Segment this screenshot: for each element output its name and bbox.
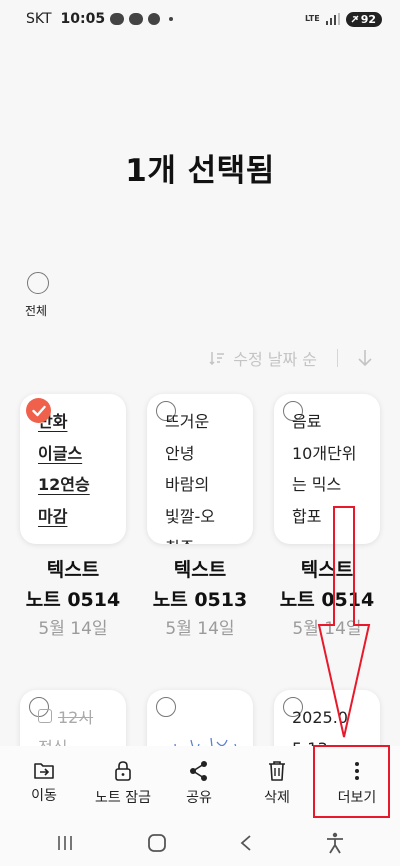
delete-button[interactable]: 삭제 (240, 746, 314, 820)
sort-divider (337, 349, 338, 367)
sort-bar: 수정 날짜 순 (209, 346, 372, 370)
checklist-box-icon (38, 709, 52, 723)
battery-level: 92 (360, 12, 376, 26)
share-label: 공유 (186, 790, 212, 806)
lock-note-button[interactable]: 노트 잠금 (88, 746, 158, 820)
note-subtitle: 노트 0514 (25, 589, 121, 611)
note-subtitle: 노트 0514 (279, 589, 375, 611)
trash-icon (269, 761, 285, 781)
move-label: 이동 (31, 788, 57, 804)
note-preview: 만화 이글스 12연승 마감 (38, 412, 90, 526)
talk-icon (129, 13, 144, 25)
select-all-label: 전체 (24, 304, 48, 318)
checklist-item: 12시 (38, 704, 93, 728)
sort-label[interactable]: 수정 날짜 순 (233, 346, 317, 370)
note-title: 텍스트 (173, 559, 227, 581)
more-button[interactable]: 더보기 (314, 746, 400, 820)
carrier-label: SKT (26, 11, 52, 27)
note-caption: 텍스트 노트 0514 5월 14일 (264, 555, 390, 640)
back-icon[interactable] (239, 834, 253, 852)
status-bar: SKT 10:05 LTE 92 (0, 0, 400, 38)
battery-indicator: 92 (345, 11, 382, 27)
action-bar: 이동 노트 잠금 공유 삭제 더보기 (0, 746, 400, 820)
clock: 10:05 (60, 11, 106, 27)
note-date: 5월 14일 (292, 619, 362, 639)
accessibility-icon[interactable] (326, 832, 344, 854)
move-button[interactable]: 이동 (0, 746, 88, 820)
system-nav-bar (0, 820, 400, 866)
note-title: 텍스트 (46, 559, 100, 581)
status-right: LTE 92 (304, 11, 382, 27)
more-label: 더보기 (337, 790, 377, 806)
sort-order-icon[interactable] (209, 351, 225, 365)
more-notifications-icon (169, 17, 174, 21)
move-icon (34, 763, 54, 779)
signal-icon (325, 13, 340, 25)
sort-direction-icon[interactable] (358, 349, 372, 367)
note-card[interactable]: 뜨거운 안녕 바람의 빛깔-오 취주 (147, 394, 253, 544)
note-card[interactable]: 음료 10개단위 는 믹스 합포 (274, 394, 380, 544)
app-notification-icon (148, 13, 161, 25)
note-preview: 뜨거운 안녕 바람의 빛깔-오 취주 (165, 412, 215, 544)
note-subtitle: 노트 0513 (152, 589, 248, 611)
select-all-checkbox[interactable] (27, 272, 49, 294)
lock-icon (115, 761, 131, 781)
note-caption: 텍스트 노트 0513 5월 14일 (137, 555, 263, 640)
page-title: 1개 선택됨 (125, 153, 275, 189)
note-date: 5월 14일 (165, 619, 235, 639)
note-date: 5월 14일 (38, 619, 108, 639)
delete-label: 삭제 (264, 790, 290, 806)
network-type: LTE (304, 14, 320, 23)
checklist-text: 12시 (58, 708, 94, 727)
lock-note-label: 노트 잠금 (95, 790, 151, 806)
home-icon[interactable] (147, 833, 167, 853)
selected-check-icon[interactable] (26, 398, 51, 423)
note-card[interactable]: 만화 이글스 12연승 마감 (20, 394, 126, 544)
note-preview: 음료 10개단위 는 믹스 합포 (292, 412, 357, 526)
note-caption: 텍스트 노트 0514 5월 14일 (10, 555, 136, 640)
status-left: SKT 10:05 (26, 11, 174, 27)
note-title: 텍스트 (300, 559, 354, 581)
share-icon (190, 761, 207, 781)
recent-apps-icon[interactable] (56, 834, 74, 852)
message-icon (110, 13, 125, 25)
more-vertical-icon (355, 762, 359, 780)
battery-saver-icon (351, 15, 359, 23)
select-all-toggle[interactable]: 전체 (25, 272, 50, 319)
share-button[interactable]: 공유 (158, 746, 240, 820)
